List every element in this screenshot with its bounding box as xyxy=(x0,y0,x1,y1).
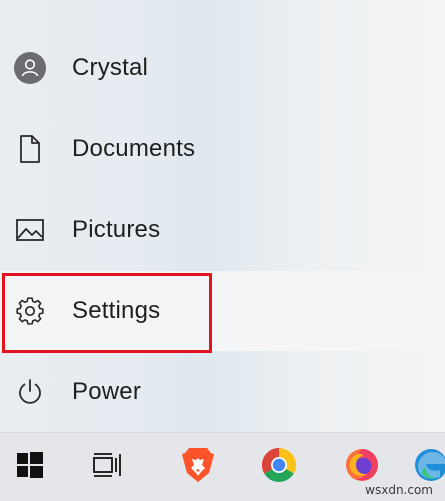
menu-item-label: Pictures xyxy=(72,216,161,243)
menu-item-account[interactable]: Crystal xyxy=(0,28,445,108)
menu-item-label: Power xyxy=(72,378,142,405)
menu-item-pictures[interactable]: Pictures xyxy=(0,190,445,270)
watermark: wsxdn.com xyxy=(365,483,433,497)
menu-item-label: Documents xyxy=(72,135,196,162)
power-icon xyxy=(13,375,47,409)
menu-item-label: Settings xyxy=(72,297,161,324)
menu-item-documents[interactable]: Documents xyxy=(0,109,445,189)
menu-item-power[interactable]: Power xyxy=(0,352,445,432)
task-view-button[interactable] xyxy=(78,433,138,501)
document-icon xyxy=(13,132,47,166)
start-menu: Crystal Documents Pictures Settings Powe… xyxy=(0,0,445,432)
start-button[interactable] xyxy=(0,433,60,501)
windows-start-icon xyxy=(17,451,43,483)
chrome-icon xyxy=(260,446,298,489)
brave-browser-icon xyxy=(180,446,216,489)
taskbar: wsxdn.com xyxy=(0,432,445,501)
brave-taskbar-button[interactable] xyxy=(168,433,228,501)
chrome-taskbar-button[interactable] xyxy=(249,433,309,501)
gear-icon xyxy=(13,294,47,328)
avatar-icon xyxy=(13,51,47,85)
menu-item-label: Crystal xyxy=(72,54,149,81)
pictures-icon xyxy=(13,213,47,247)
menu-item-settings[interactable]: Settings xyxy=(0,271,445,351)
task-view-icon xyxy=(92,452,124,483)
